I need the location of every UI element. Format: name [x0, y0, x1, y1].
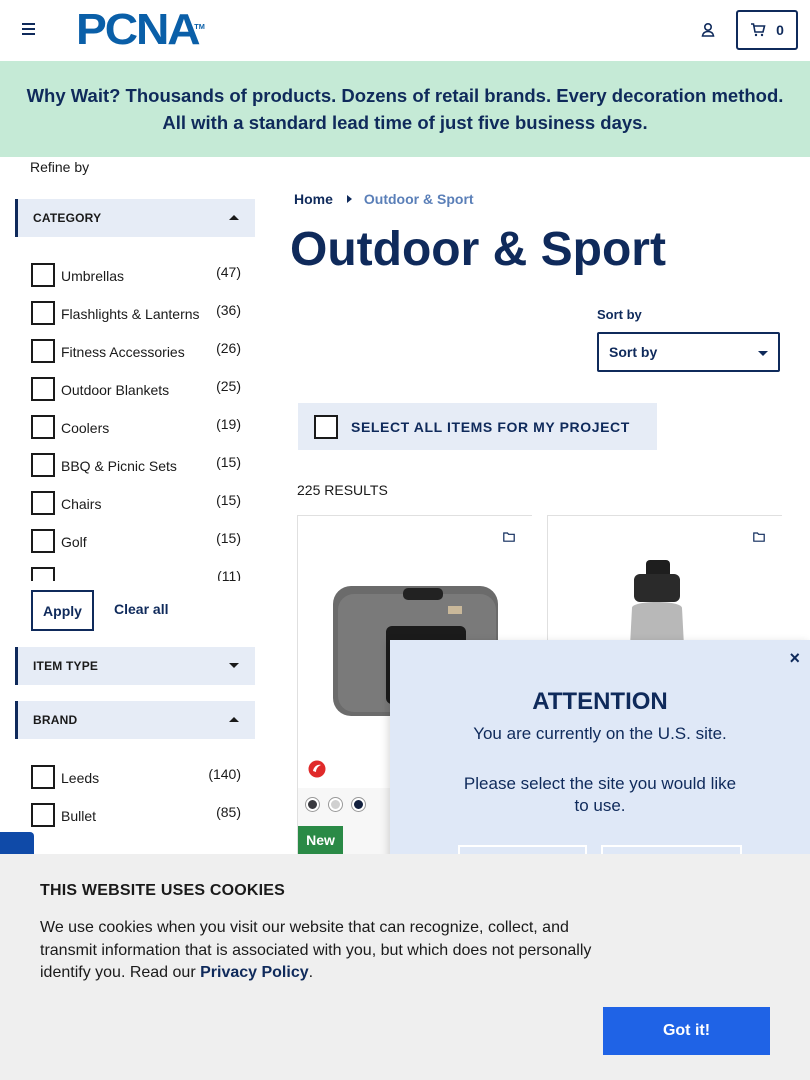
facet-item-count: (26) — [216, 340, 241, 356]
refine-by-label: Refine by — [30, 159, 90, 175]
facet-item-label: Chairs — [61, 496, 102, 512]
breadcrumb-home[interactable]: Home — [294, 191, 333, 207]
brand-facet-list: Leeds (140) Bullet (85) — [31, 765, 246, 845]
chevron-right-icon — [346, 195, 352, 203]
caret-up-icon — [229, 215, 239, 220]
modal-title: ATTENTION — [532, 688, 668, 715]
facet-category-header[interactable]: CATEGORY — [15, 199, 255, 237]
caret-up-icon — [229, 717, 239, 722]
facet-item-count: (140) — [208, 766, 241, 782]
facet-category-title: CATEGORY — [33, 211, 102, 225]
checkbox[interactable] — [31, 339, 55, 363]
facet-item-label: Coolers — [61, 420, 110, 436]
decoration-method-icon — [308, 760, 326, 778]
cart-button[interactable]: 0 — [736, 10, 798, 50]
facet-item-label: BBQ & Picnic Sets — [61, 458, 177, 474]
facet-item-type-header[interactable]: ITEM TYPE — [15, 647, 255, 685]
facet-item-label: Leeds — [61, 770, 100, 786]
facet-item-count: (15) — [216, 530, 241, 546]
sort-select-value: Sort by — [609, 344, 658, 360]
modal-prompt: Please select the site you would like to… — [463, 774, 737, 815]
breadcrumb: Home Outdoor & Sport — [294, 191, 474, 207]
select-all-items[interactable]: SELECT ALL ITEMS FOR MY PROJECT — [298, 403, 657, 450]
color-swatches — [306, 798, 365, 811]
facet-item-count: (47) — [216, 264, 241, 280]
cookie-body: We use cookies when you visit our websit… — [40, 917, 600, 985]
cookie-title: THIS WEBSITE USES COOKIES — [40, 882, 286, 899]
checkbox[interactable] — [31, 301, 55, 325]
cart-icon — [751, 23, 766, 37]
add-to-project-icon[interactable] — [753, 532, 765, 542]
checkbox[interactable] — [31, 491, 55, 515]
facet-brand-title: BRAND — [33, 713, 78, 727]
apply-button[interactable]: Apply — [31, 590, 94, 631]
select-all-checkbox[interactable] — [314, 415, 338, 439]
breadcrumb-current: Outdoor & Sport — [363, 191, 474, 207]
site-header: PCNA TM 0 — [0, 0, 810, 61]
caret-down-icon — [229, 663, 239, 668]
checkbox[interactable] — [31, 415, 55, 439]
checkbox[interactable] — [31, 567, 55, 581]
cookie-body-end: . — [308, 964, 314, 981]
close-icon[interactable]: × — [789, 648, 800, 669]
facet-item-count: (15) — [216, 454, 241, 470]
facet-item-count: (25) — [216, 378, 241, 394]
facet-item-count: (85) — [216, 804, 241, 820]
promo-banner-text: Why Wait? Thousands of products. Dozens … — [26, 85, 784, 133]
promo-banner: Why Wait? Thousands of products. Dozens … — [0, 61, 810, 157]
facet-brand-header[interactable]: BRAND — [15, 701, 255, 739]
category-facet-list: Umbrellas (47) Flashlights & Lanterns (36)… — [31, 263, 246, 581]
color-swatch[interactable] — [329, 798, 342, 811]
new-badge: New — [298, 826, 343, 854]
modal-subtitle: You are currently on the U.S. site. — [473, 724, 727, 743]
cookie-banner: THIS WEBSITE USES COOKIES We use cookies… — [0, 854, 810, 1080]
account-icon[interactable] — [700, 22, 716, 38]
cart-count: 0 — [776, 22, 784, 38]
results-count: 225 RESULTS — [297, 482, 388, 498]
facet-item-count: (11) — [217, 568, 241, 581]
facet-item[interactable]: BBQ & Picnic Sets (15) — [31, 453, 246, 491]
checkbox[interactable] — [31, 529, 55, 553]
pcna-logo[interactable]: PCNA TM — [76, 8, 205, 52]
add-to-project-icon[interactable] — [503, 532, 515, 542]
facet-item[interactable]: Bullet (85) — [31, 803, 246, 841]
checkbox[interactable] — [31, 377, 55, 401]
facet-item[interactable]: Umbrellas (47) — [31, 263, 246, 301]
select-all-label: SELECT ALL ITEMS FOR MY PROJECT — [351, 419, 630, 435]
sort-select[interactable]: Sort by — [597, 332, 780, 372]
color-swatch[interactable] — [306, 798, 319, 811]
privacy-policy-link[interactable]: Privacy Policy — [200, 964, 309, 981]
facet-item[interactable]: (11) — [31, 567, 246, 581]
facet-item[interactable]: Coolers (19) — [31, 415, 246, 453]
checkbox[interactable] — [31, 765, 55, 789]
facet-item-type-title: ITEM TYPE — [33, 659, 99, 673]
facet-item[interactable]: Flashlights & Lanterns (36) — [31, 301, 246, 339]
chevron-down-icon — [758, 351, 768, 356]
clear-all-link[interactable]: Clear all — [114, 601, 168, 617]
facet-item-label: Flashlights & Lanterns — [61, 306, 200, 322]
facet-item-label: Fitness Accessories — [61, 344, 185, 360]
checkbox[interactable] — [31, 453, 55, 477]
facet-item-count: (19) — [216, 416, 241, 432]
facet-item-label: Outdoor Blankets — [61, 382, 170, 398]
facet-item-count: (15) — [216, 492, 241, 508]
facet-item[interactable]: Chairs (15) — [31, 491, 246, 529]
site-select-modal: × ATTENTION You are currently on the U.S… — [390, 640, 810, 881]
cookie-body-text: We use cookies when you visit our websit… — [40, 919, 592, 981]
page-title: Outdoor & Sport — [290, 223, 666, 276]
facet-item[interactable]: Golf (15) — [31, 529, 246, 567]
hamburger-menu-icon[interactable] — [22, 23, 35, 35]
facet-item[interactable]: Leeds (140) — [31, 765, 246, 803]
facet-item-label: Bullet — [61, 808, 97, 824]
checkbox[interactable] — [31, 803, 55, 827]
checkbox[interactable] — [31, 263, 55, 287]
sort-label: Sort by — [597, 307, 642, 322]
got-it-button[interactable]: Got it! — [603, 1007, 770, 1055]
facet-item[interactable]: Outdoor Blankets (25) — [31, 377, 246, 415]
color-swatch[interactable] — [352, 798, 365, 811]
facet-item[interactable]: Fitness Accessories (26) — [31, 339, 246, 377]
facet-item-label: Umbrellas — [61, 268, 125, 284]
facet-item-count: (36) — [216, 302, 241, 318]
facet-item-label: Golf — [61, 534, 87, 550]
